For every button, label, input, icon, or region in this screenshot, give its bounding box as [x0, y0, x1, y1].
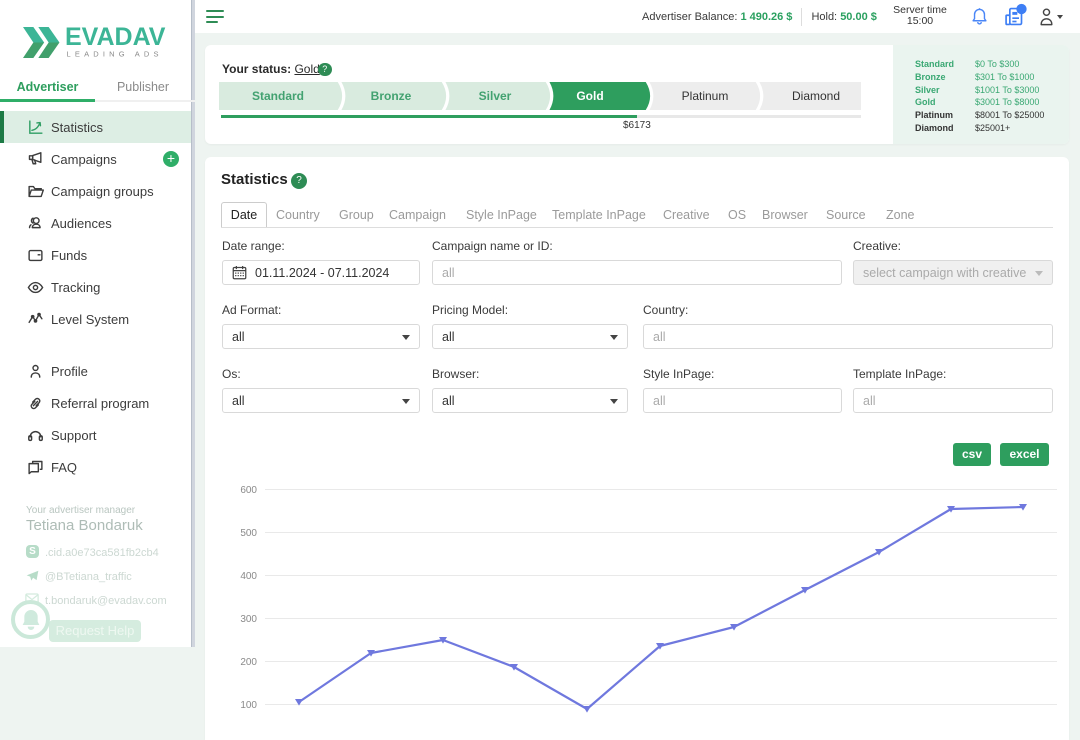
svg-text:500: 500	[240, 528, 257, 539]
svg-text:Platinum: Platinum	[682, 89, 729, 103]
svg-text:400: 400	[240, 571, 257, 582]
svg-text:Gold: Gold	[576, 89, 603, 103]
svg-text:600: 600	[240, 485, 257, 496]
svg-text:300: 300	[240, 614, 257, 625]
svg-text:EVADAV: EVADAV	[65, 26, 166, 51]
svg-text:Silver: Silver	[479, 89, 512, 103]
svg-text:LEADING ADS: LEADING ADS	[67, 50, 163, 59]
svg-text:200: 200	[240, 657, 257, 668]
svg-text:Standard: Standard	[252, 89, 304, 103]
svg-text:Bronze: Bronze	[371, 89, 412, 103]
svg-text:100: 100	[240, 700, 257, 711]
svg-text:Diamond: Diamond	[792, 89, 840, 103]
